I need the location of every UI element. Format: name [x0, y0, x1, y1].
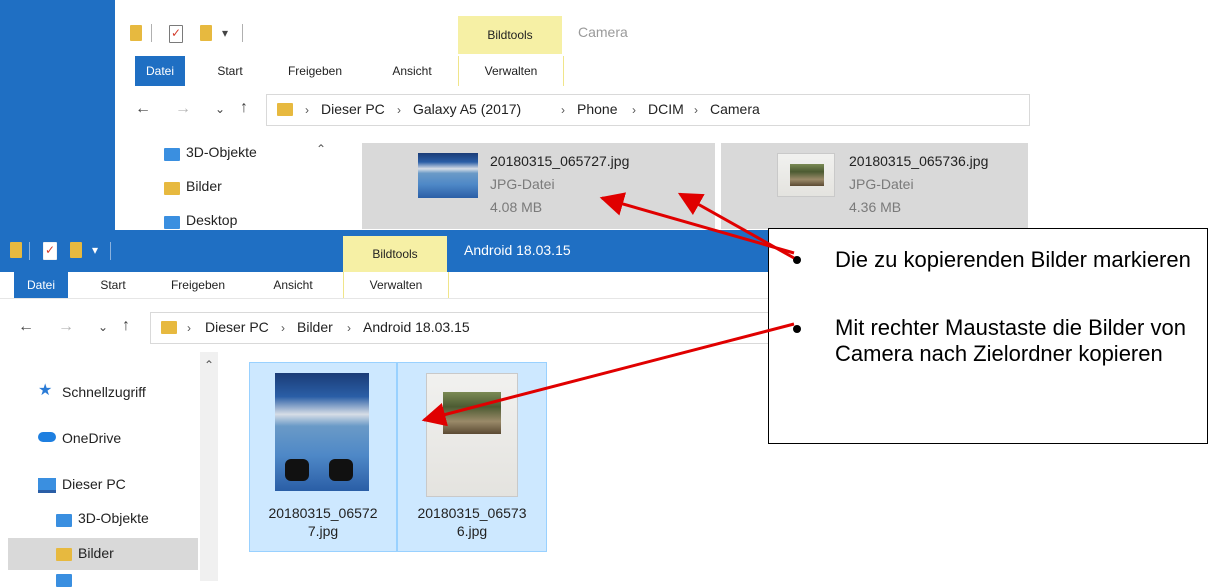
arrow-to-top-file-1 [599, 192, 795, 255]
annotation-arrows [421, 192, 795, 427]
arrow-to-destination-folder [421, 322, 795, 427]
